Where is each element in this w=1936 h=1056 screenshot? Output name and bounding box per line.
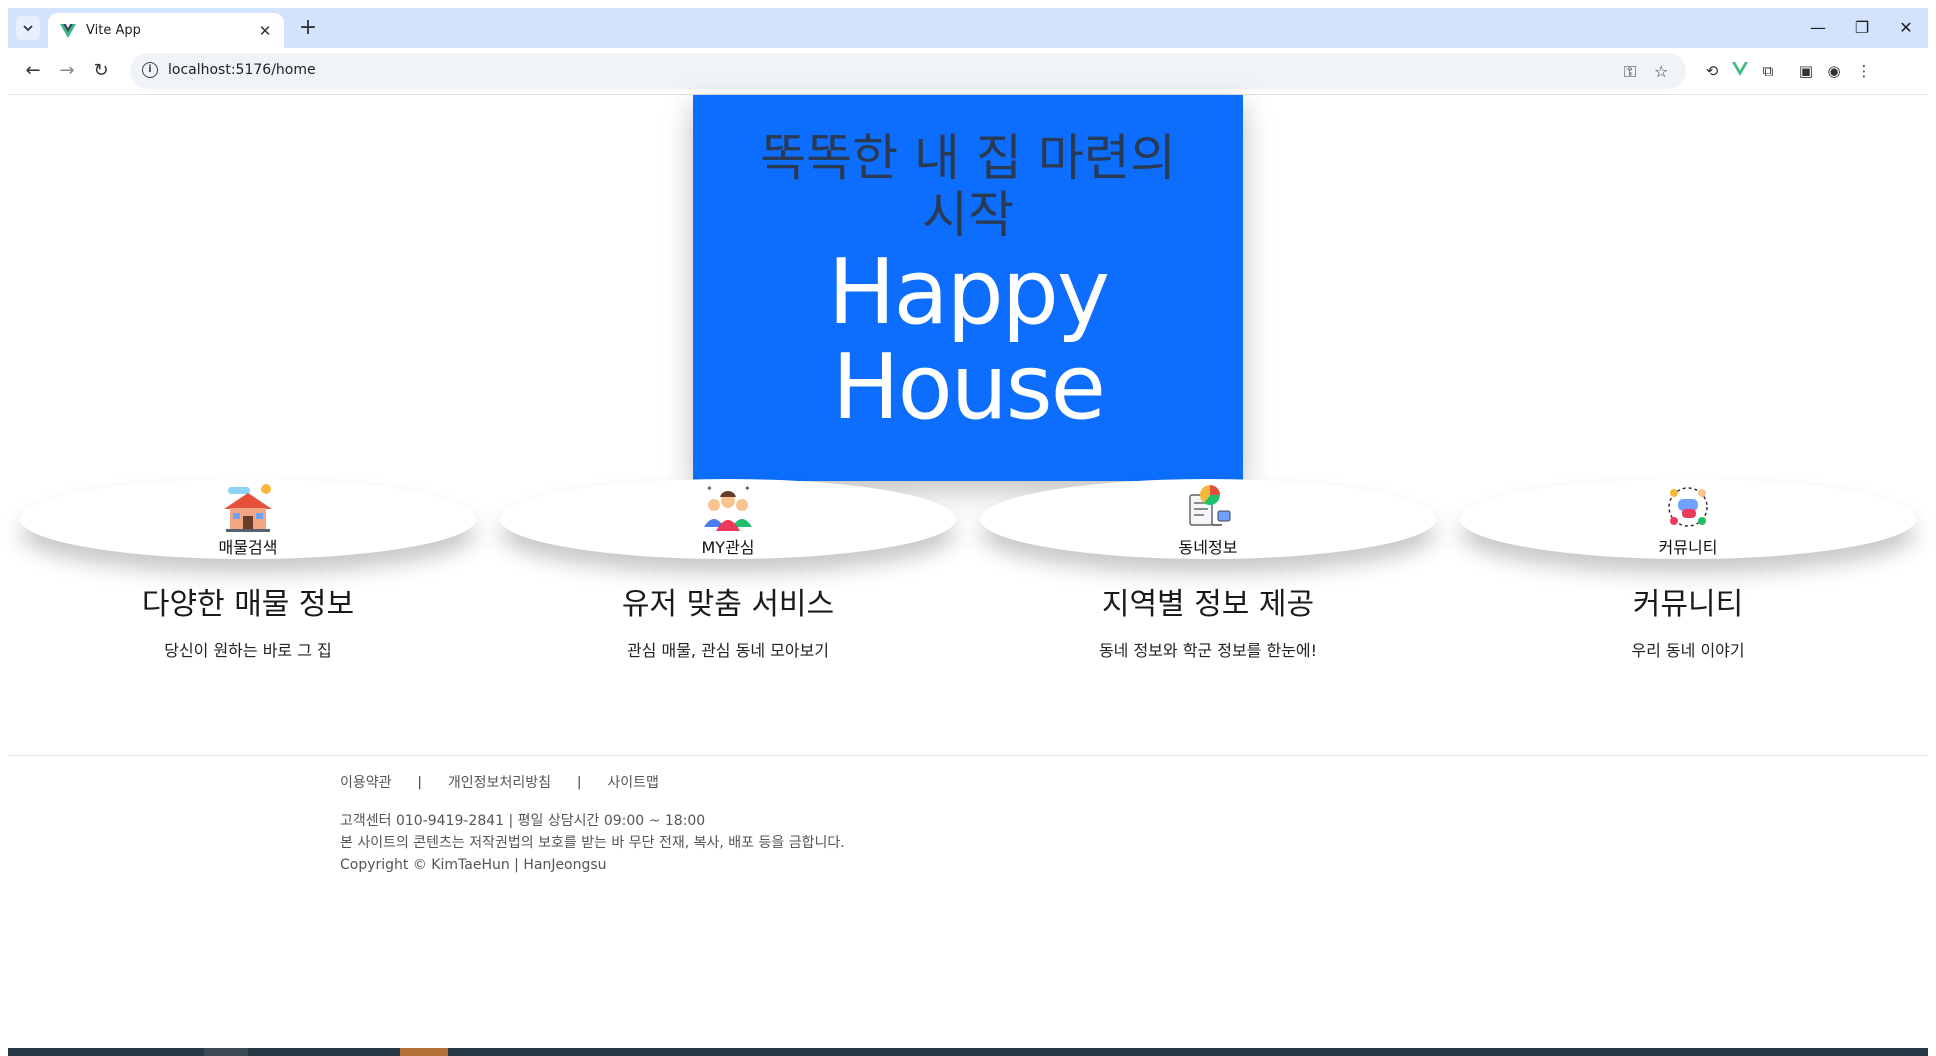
- menu-kebab-icon[interactable]: ⋮: [1854, 61, 1874, 81]
- address-bar[interactable]: i localhost:5176/home ⚿ ☆: [130, 53, 1686, 89]
- taskbar-app-icon[interactable]: [204, 1048, 248, 1056]
- footer: 이용약관 | 개인정보처리방침 | 사이트맵 고객센터 010-9419-284…: [340, 772, 845, 876]
- hero-banner: 똑똑한 내 집 마련의 시작 Happy House: [693, 95, 1243, 481]
- feature-title: 다양한 매물 정보: [141, 587, 355, 622]
- feature-label: MY관심: [701, 538, 755, 557]
- svg-text:✦: ✦: [744, 484, 751, 493]
- browser-chrome: Vite App ✕ + — ❐ ✕ ← → ↻ i localhost:517…: [8, 8, 1928, 95]
- minimize-button[interactable]: —: [1798, 14, 1838, 42]
- feature-description: 관심 매물, 관심 동네 모아보기: [626, 641, 830, 660]
- house-icon: [224, 484, 272, 532]
- hero-brand-title: Happy House: [827, 240, 1110, 440]
- new-tab-button[interactable]: +: [296, 16, 320, 40]
- feature-ellipse: ✦ ✦ MY관심: [500, 479, 956, 559]
- footer-link-sitemap[interactable]: 사이트맵: [607, 772, 659, 792]
- profile-avatar-icon[interactable]: ◉: [1824, 61, 1844, 81]
- feature-title: 유저 맞춤 서비스: [621, 587, 835, 622]
- feature-title: 커뮤니티: [1632, 587, 1744, 622]
- footer-separator: |: [576, 774, 582, 790]
- footer-copyright: Copyright © KimTaeHun | HanJeongsu: [340, 857, 607, 873]
- feature-label: 커뮤니티: [1658, 538, 1718, 557]
- feature-card-community[interactable]: 커뮤니티 커뮤니티 우리 동네 이야기: [1460, 479, 1916, 661]
- close-tab-icon[interactable]: ✕: [254, 22, 276, 40]
- feature-title: 지역별 정보 제공: [1101, 587, 1315, 622]
- tab-strip: Vite App ✕ + — ❐ ✕: [8, 8, 1928, 48]
- footer-divider: [8, 755, 1928, 756]
- site-info-icon[interactable]: i: [142, 62, 158, 78]
- feature-label: 동네정보: [1178, 538, 1238, 557]
- feature-card-neighborhood[interactable]: 동네정보 지역별 정보 제공 동네 정보와 학군 정보를 한눈에!: [980, 479, 1436, 661]
- footer-info: 고객센터 010-9419-2841 | 평일 상담시간 09:00 ~ 18:…: [340, 810, 845, 876]
- feature-ellipse: 동네정보: [980, 479, 1436, 559]
- community-icon: [1668, 487, 1708, 527]
- restore-button[interactable]: ❐: [1842, 14, 1882, 42]
- feature-ellipse: 커뮤니티: [1460, 479, 1916, 559]
- report-icon: [1189, 485, 1231, 526]
- footer-notice: 본 사이트의 콘텐츠는 저작권법의 보호를 받는 바 무단 전재, 복사, 배포…: [340, 835, 845, 851]
- footer-contact: 고객센터 010-9419-2841 | 평일 상담시간 09:00 ~ 18:…: [340, 813, 706, 829]
- footer-link-privacy[interactable]: 개인정보처리방침: [448, 772, 551, 792]
- url-text: localhost:5176/home: [168, 62, 316, 78]
- feature-card-my-interest[interactable]: ✦ ✦ MY관심 유저 맞춤 서비스 관심 매물, 관심 동네 모아보기: [500, 479, 956, 661]
- os-taskbar: [8, 1048, 1928, 1056]
- tab-search-button[interactable]: [16, 16, 40, 40]
- users-icon: ✦ ✦: [704, 484, 752, 531]
- taskbar-app-icon[interactable]: [400, 1048, 448, 1056]
- key-icon[interactable]: ⚿: [1624, 62, 1636, 82]
- bookmark-star-icon[interactable]: ☆: [1654, 62, 1668, 81]
- feature-description: 우리 동네 이야기: [1631, 641, 1745, 660]
- feature-card-listings[interactable]: 매물검색 다양한 매물 정보 당신이 원하는 바로 그 집: [20, 479, 476, 661]
- chevron-down-icon: [23, 24, 33, 31]
- side-panel-icon[interactable]: ▣: [1796, 61, 1816, 81]
- forward-button[interactable]: →: [54, 58, 80, 84]
- hero-tagline: 똑똑한 내 집 마련의 시작: [760, 129, 1176, 244]
- vue-logo-icon: [60, 23, 76, 38]
- footer-links: 이용약관 | 개인정보처리방침 | 사이트맵: [340, 772, 845, 792]
- feature-ellipse: 매물검색: [20, 479, 476, 559]
- feature-description: 동네 정보와 학군 정보를 한눈에!: [1098, 641, 1318, 660]
- close-window-button[interactable]: ✕: [1886, 14, 1926, 42]
- browser-tab[interactable]: Vite App ✕: [48, 13, 284, 48]
- footer-link-terms[interactable]: 이용약관: [340, 772, 392, 792]
- feature-description: 당신이 원하는 바로 그 집: [164, 641, 332, 660]
- feature-label: 매물검색: [218, 538, 278, 557]
- reload-button[interactable]: ↻: [88, 58, 114, 84]
- back-button[interactable]: ←: [20, 58, 46, 84]
- extension-sync-icon[interactable]: ⟲: [1702, 61, 1722, 81]
- vue-devtools-icon[interactable]: [1730, 61, 1750, 81]
- extensions-puzzle-icon[interactable]: ⧉: [1758, 61, 1778, 81]
- footer-separator: |: [417, 774, 422, 790]
- tab-title: Vite App: [86, 23, 141, 38]
- browser-toolbar: ← → ↻ i localhost:5176/home ⚿ ☆ ⟲ ⧉ ▣ ◉ …: [8, 48, 1928, 95]
- vue-extension-icon: [1732, 62, 1748, 76]
- svg-text:✦: ✦: [706, 484, 713, 493]
